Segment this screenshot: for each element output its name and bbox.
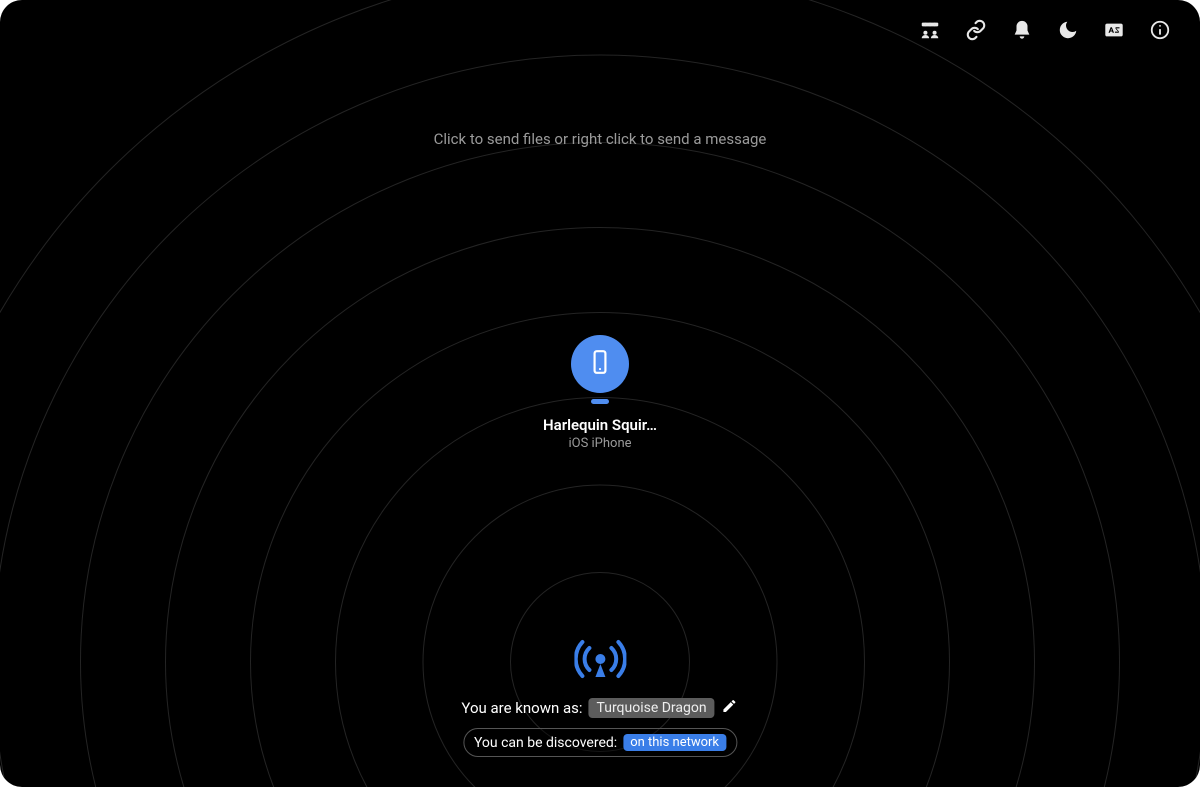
known-as-label: You are known as: (461, 699, 582, 717)
discover-scope-chip: on this network (623, 734, 726, 751)
theme-button[interactable] (1056, 18, 1080, 42)
language-icon (1103, 19, 1125, 41)
discover-label: You can be discovered: (474, 735, 617, 751)
bell-icon (1011, 19, 1033, 41)
peer-avatar (571, 335, 629, 393)
notifications-button[interactable] (1010, 18, 1034, 42)
peer-indicator (591, 399, 609, 404)
pencil-icon (722, 698, 738, 718)
display-name-chip: Turquoise Dragon (589, 698, 715, 718)
app-frame: Click to send files or right click to se… (0, 0, 1200, 787)
moon-icon (1057, 19, 1079, 41)
room-button[interactable] (918, 18, 942, 42)
info-icon (1149, 19, 1171, 41)
peer-device[interactable]: Harlequin Squir… iOS iPhone (520, 335, 680, 451)
room-icon (919, 19, 941, 41)
header-toolbar (918, 18, 1172, 42)
peer-name: Harlequin Squir… (535, 416, 665, 434)
pair-button[interactable] (964, 18, 988, 42)
link-icon (965, 19, 987, 41)
discoverability-button[interactable]: You can be discovered: on this network (463, 728, 737, 757)
instruction-text: Click to send files or right click to se… (0, 130, 1200, 148)
self-panel: You are known as: Turquoise Dragon You c… (461, 632, 738, 757)
known-as-line: You are known as: Turquoise Dragon (461, 698, 738, 718)
language-button[interactable] (1102, 18, 1126, 42)
about-button[interactable] (1148, 18, 1172, 42)
peer-device-label: iOS iPhone (520, 436, 680, 451)
broadcast-icon (574, 632, 626, 684)
edit-name-button[interactable] (721, 699, 739, 717)
phone-icon (587, 349, 613, 379)
